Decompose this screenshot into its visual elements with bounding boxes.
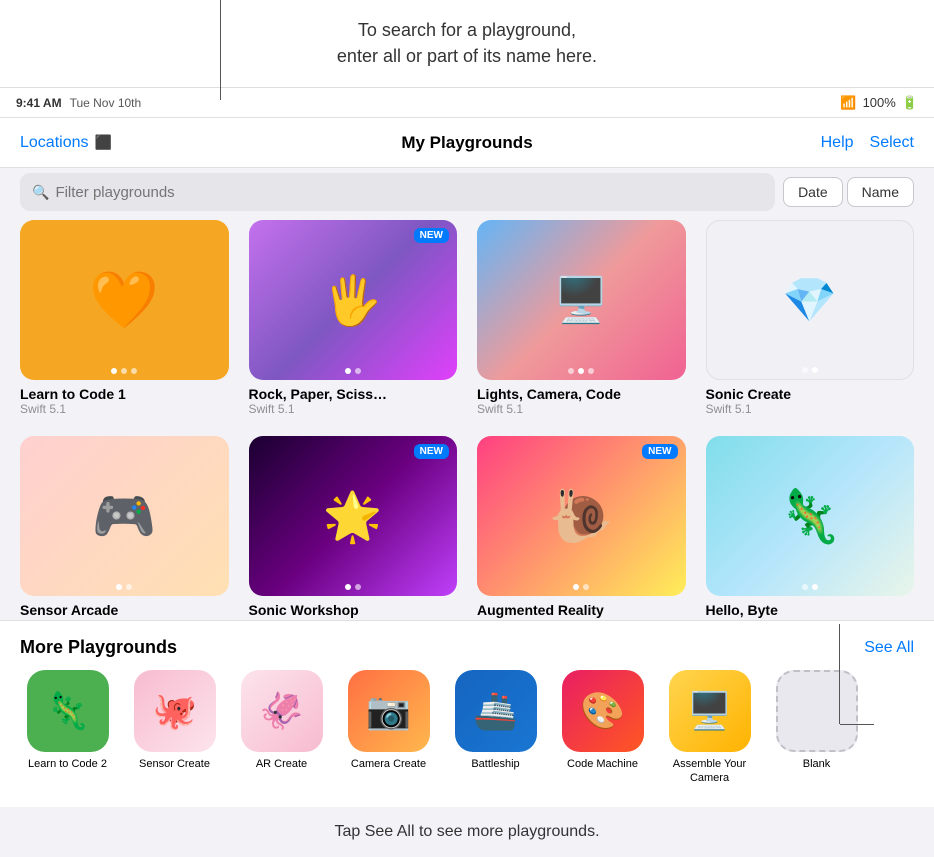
card-sub-learn-to-code-1: Swift 5.1 [20,402,229,416]
mini-thumb-sensor-create: 🐙 [134,670,216,752]
card-hello-byte[interactable]: 🦎 Hello, Byte Swift 5.1 [706,436,915,632]
mini-card-sensor-create[interactable]: 🐙 Sensor Create [127,670,222,771]
search-input[interactable] [55,184,763,201]
new-badge-sw: NEW [414,444,449,459]
help-button[interactable]: Help [821,134,854,152]
card-rock-paper-scissors[interactable]: 🖐️ NEW Rock, Paper, Sciss… Swift 5.1 [249,220,458,416]
card-title-rps: Rock, Paper, Sciss… [249,386,458,402]
card-sensor-arcade[interactable]: 🎮 Sensor Arcade Swift 5.1 [20,436,229,632]
card-title-lcc: Lights, Camera, Code [477,386,686,402]
bottom-tooltip: Tap See All to see more playgrounds. [0,807,934,857]
mini-label-sensor-create: Sensor Create [139,757,210,771]
thumb-augmented-reality: 🐌 NEW [477,436,686,596]
sort-buttons: Date Name [783,177,914,207]
mini-label-assemble-camera: Assemble Your Camera [662,757,757,786]
status-bar: 9:41 AM Tue Nov 10th 📶 100% 🔋 [0,88,934,118]
mini-card-blank[interactable]: Blank [769,670,864,771]
status-time: 9:41 AM [16,96,62,110]
card-lights-camera-code[interactable]: 🖥️ Lights, Camera, Code Swift 5.1 [477,220,686,416]
top-tooltip: To search for a playground, enter all or… [0,0,934,88]
thumb-sensor-arcade: 🎮 [20,436,229,596]
status-right-icons: 📶 100% 🔋 [840,95,918,111]
see-all-callout-line [839,624,840,724]
tooltip-line1: To search for a playground, [358,20,576,40]
thumb-lights-camera-code: 🖥️ [477,220,686,380]
mini-thumb-learn-to-code-2: 🦎 [27,670,109,752]
battery-label: 100% [863,95,896,110]
main-playground-grid: 🧡 Learn to Code 1 Swift 5.1 🖐️ NEW Rock,… [20,220,914,632]
mini-thumb-assemble-camera: 🖥️ [669,670,751,752]
nav-title: My Playgrounds [401,133,532,153]
see-all-button[interactable]: See All [864,639,914,657]
card-title-ar: Augmented Reality [477,602,686,618]
thumb-learn-to-code-1: 🧡 [20,220,229,380]
new-badge-ar: NEW [642,444,677,459]
callout-line-top [220,0,221,100]
status-date: Tue Nov 10th [70,96,142,110]
mini-thumb-ar-create: 🦑 [241,670,323,752]
thumb-rock-paper-scissors: 🖐️ NEW [249,220,458,380]
battery-icon: 🔋 [902,95,918,111]
wifi-icon: 📶 [840,95,856,111]
see-all-horiz-line [840,724,874,725]
card-sonic-create[interactable]: 💎 Sonic Create Swift 5.1 [706,220,915,416]
mini-label-camera-create: Camera Create [351,757,426,771]
mini-label-code-machine: Code Machine [567,757,638,771]
search-input-wrap[interactable]: 🔍 [20,173,775,211]
mini-thumb-battleship: 🚢 [455,670,537,752]
card-sonic-workshop[interactable]: 🌟 NEW Sonic Workshop Swift 5.1 [249,436,458,632]
nav-bar: Locations ⬛ My Playgrounds Help Select [0,118,934,168]
mini-card-battleship[interactable]: 🚢 Battleship [448,670,543,771]
tooltip-line2: enter all or part of its name here. [337,46,597,66]
nav-right: Help Select [821,134,914,152]
mini-grid: 🦎 Learn to Code 2 🐙 Sensor Create 🦑 AR C… [20,670,914,786]
card-title-learn-to-code-1: Learn to Code 1 [20,386,229,402]
mini-label-battleship: Battleship [471,757,519,771]
sort-name-button[interactable]: Name [847,177,914,207]
mini-card-assemble-camera[interactable]: 🖥️ Assemble Your Camera [662,670,757,786]
mini-label-ar-create: AR Create [256,757,307,771]
new-badge-rps: NEW [414,228,449,243]
mini-card-code-machine[interactable]: 🎨 Code Machine [555,670,650,771]
thumb-sonic-workshop: 🌟 NEW [249,436,458,596]
more-title: More Playgrounds [20,637,177,658]
card-title-hb: Hello, Byte [706,602,915,618]
new-window-icon: ⬛ [95,134,112,151]
mini-card-ar-create[interactable]: 🦑 AR Create [234,670,329,771]
bottom-tooltip-text: Tap See All to see more playgrounds. [334,823,599,841]
mini-card-learn-to-code-2[interactable]: 🦎 Learn to Code 2 [20,670,115,771]
thumb-hello-byte: 🦎 [706,436,915,596]
locations-label: Locations [20,134,89,152]
mini-label-blank: Blank [803,757,831,771]
search-icon: 🔍 [32,184,49,201]
card-title-sc: Sonic Create [706,386,915,402]
mini-thumb-blank [776,670,858,752]
card-learn-to-code-1[interactable]: 🧡 Learn to Code 1 Swift 5.1 [20,220,229,416]
mini-thumb-camera-create: 📷 [348,670,430,752]
more-header: More Playgrounds See All [20,637,914,658]
mini-card-camera-create[interactable]: 📷 Camera Create [341,670,436,771]
card-title-sa: Sensor Arcade [20,602,229,618]
card-sub-lcc: Swift 5.1 [477,402,686,416]
mini-thumb-code-machine: 🎨 [562,670,644,752]
mini-label-learn-to-code-2: Learn to Code 2 [28,757,107,771]
card-sub-sc: Swift 5.1 [706,402,915,416]
card-title-sw: Sonic Workshop [249,602,458,618]
thumb-sonic-create: 💎 [706,220,915,380]
sort-date-button[interactable]: Date [783,177,843,207]
search-area: 🔍 Date Name [20,168,914,216]
select-button[interactable]: Select [870,134,914,152]
locations-button[interactable]: Locations ⬛ [20,134,112,152]
card-augmented-reality[interactable]: 🐌 NEW Augmented Reality Swift 5.1 [477,436,686,632]
more-playgrounds-section: More Playgrounds See All 🦎 Learn to Code… [0,620,934,807]
card-sub-rps: Swift 5.1 [249,402,458,416]
